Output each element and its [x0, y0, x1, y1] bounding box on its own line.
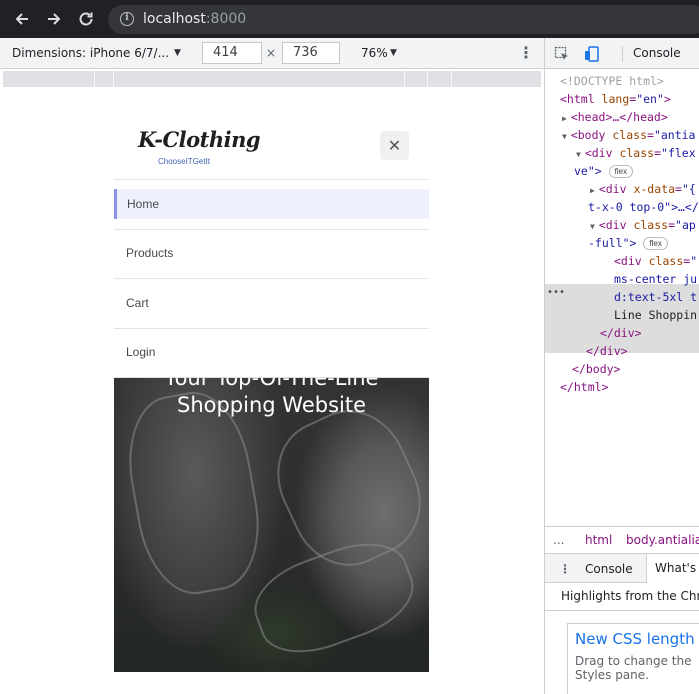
elements-tree: ••• <!DOCTYPE html> <html lang="en"> ▶ <h…	[545, 71, 699, 526]
flex-badge[interactable]: flex	[643, 237, 668, 250]
dom-node[interactable]: </div>	[586, 342, 628, 360]
hero-headline-line2: Shopping Website	[176, 393, 366, 417]
times-symbol: ×	[266, 46, 277, 60]
mobile-nav-menu: K-Clothing ChooseITGetIt ✕ Home Products…	[114, 113, 429, 378]
nav-item-login[interactable]: Login	[114, 337, 429, 367]
close-icon: ✕	[387, 136, 402, 155]
dom-node[interactable]: ▼ <div class="flex	[576, 144, 696, 164]
dom-node-selected[interactable]: <div class="	[614, 252, 697, 270]
nav-item-products[interactable]: Products	[114, 238, 429, 268]
dom-node[interactable]: <html lang="en">	[560, 90, 671, 108]
dom-node[interactable]: ▶ <head>…</head>	[562, 108, 668, 128]
dom-node[interactable]: <!DOCTYPE html>	[560, 72, 664, 90]
chevron-down-icon: ▼	[390, 48, 397, 58]
reload-button[interactable]	[76, 10, 96, 30]
flex-badge[interactable]: flex	[608, 165, 634, 178]
device-toolbar: Dimensions: iPhone 6/7/... ▼ 414 × 736 7…	[0, 38, 544, 69]
zoom-dropdown[interactable]: 76%	[361, 46, 388, 60]
nav-item-cart[interactable]: Cart	[114, 288, 429, 318]
info-icon[interactable]: i	[120, 12, 134, 26]
device-toggle-icon[interactable]	[584, 46, 600, 62]
arrow-right-icon	[48, 13, 61, 25]
whats-new-body: Drag to change the Styles pane.	[575, 654, 692, 682]
whats-new-card[interactable]: New CSS length au Drag to change the Sty…	[567, 623, 699, 694]
nav-item-home[interactable]: Home	[114, 189, 429, 219]
dom-node[interactable]: </div>	[600, 324, 642, 342]
breadcrumb-html[interactable]: html	[585, 533, 612, 547]
breadcrumb: ... html body.antialia	[545, 526, 699, 553]
logo-title: K-Clothing	[138, 127, 261, 152]
devtools-panel: Console ••• <!DOCTYPE html> <html lang="…	[544, 38, 699, 694]
dom-node-continued: t-x-0 top-0">…</	[588, 200, 699, 214]
dom-node[interactable]: </body>	[572, 360, 620, 378]
dom-node[interactable]: ▼ <body class="antia	[562, 126, 695, 146]
reload-icon	[79, 12, 93, 26]
dom-node-continued: d:text-5xl t	[614, 290, 698, 304]
forward-button[interactable]	[44, 10, 64, 30]
tab-console[interactable]: Console	[633, 46, 681, 60]
logo-tagline: ChooseITGetIt	[158, 157, 211, 166]
chevron-down-icon: ▼	[174, 48, 181, 58]
more-vert-icon[interactable]: ⋮	[518, 44, 534, 62]
emulated-device-screen: Your Top-Of-The-Line Shopping Website K-…	[114, 113, 429, 672]
dom-node[interactable]: ▼ <div class="ap	[590, 216, 696, 236]
drawer-tab-console[interactable]: Console	[585, 562, 633, 576]
devtools-tabbar: Console	[545, 38, 699, 69]
dom-node-text: Line Shoppin	[614, 308, 698, 322]
breadcrumb-body[interactable]: body.antialia	[626, 533, 699, 547]
drawer-menu-icon[interactable]: ⋮	[559, 562, 571, 576]
arrow-left-icon	[15, 13, 28, 25]
logo[interactable]: K-Clothing ChooseITGetIt	[138, 127, 261, 167]
dom-node[interactable]: ▶ <div x-data="{	[590, 180, 696, 200]
dom-node-continued: ve"> flex	[574, 162, 634, 180]
dimensions-dropdown[interactable]: Dimensions: iPhone 6/7/...	[12, 46, 169, 60]
dom-node[interactable]: </html>	[560, 378, 608, 396]
back-button[interactable]	[12, 10, 32, 30]
width-input[interactable]: 414	[202, 42, 262, 64]
address-bar[interactable]: i localhost:8000	[108, 5, 699, 34]
close-menu-button[interactable]: ✕	[380, 131, 409, 160]
breadcrumb-more[interactable]: ...	[553, 533, 564, 547]
whats-new-title[interactable]: New CSS length au	[575, 630, 699, 648]
inspect-element-icon[interactable]	[554, 46, 570, 62]
media-query-ruler[interactable]	[3, 71, 541, 87]
dom-node-continued: -full"> flex	[588, 234, 668, 252]
dom-node-continued: ms-center ju	[614, 272, 698, 286]
browser-toolbar: i localhost:8000	[0, 0, 699, 38]
drawer-tabbar: ⋮ Console What's N	[545, 553, 699, 583]
height-input[interactable]: 736	[282, 42, 340, 64]
url-text: localhost:8000	[143, 11, 247, 27]
drawer-tab-whats-new[interactable]: What's N	[646, 554, 699, 583]
highlights-heading: Highlights from the Chro	[561, 589, 699, 603]
screen: i localhost:8000 Dimensions: iPhone 6/7/…	[0, 0, 699, 694]
more-options-icon[interactable]: •••	[547, 287, 565, 298]
